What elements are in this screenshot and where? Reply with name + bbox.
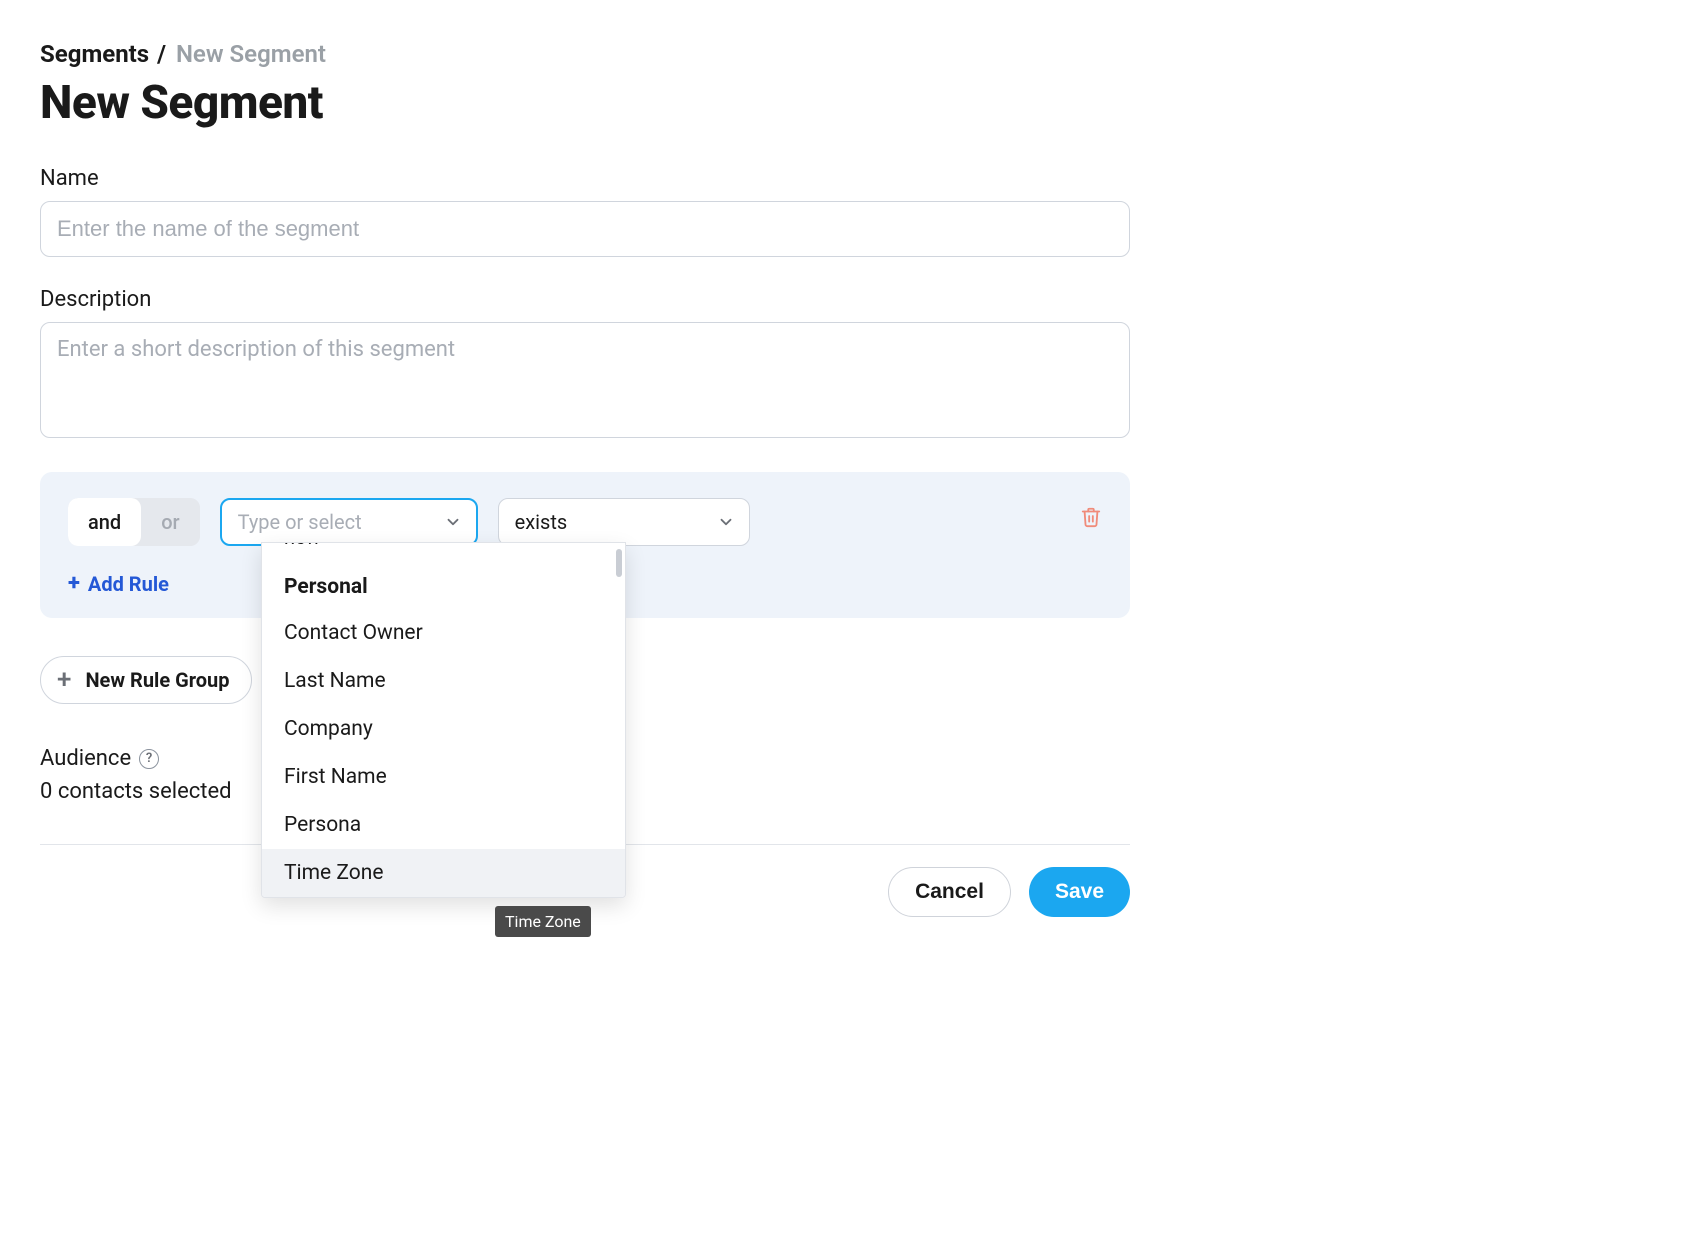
save-button[interactable]: Save: [1029, 867, 1130, 917]
plus-icon: +: [68, 573, 80, 595]
chevron-down-icon: [717, 513, 735, 531]
and-or-toggle: and or: [68, 498, 200, 546]
name-field-block: Name: [40, 166, 1656, 257]
dropdown-option-company[interactable]: Company: [262, 705, 625, 753]
description-field-block: Description: [40, 287, 1656, 442]
breadcrumb-current: New Segment: [176, 40, 326, 68]
new-rule-group-button[interactable]: + New Rule Group: [40, 656, 252, 704]
dropdown-option-last-name[interactable]: Last Name: [262, 657, 625, 705]
type-select-dropdown[interactable]: new Personal Contact Owner Last Name Com…: [261, 542, 626, 898]
type-select-wrap: Type or select: [220, 498, 478, 546]
audience-label: Audience: [40, 746, 131, 771]
plus-icon: +: [57, 667, 71, 693]
add-rule-button[interactable]: + Add Rule: [68, 572, 169, 596]
chevron-down-icon: [444, 513, 462, 531]
condition-select-wrap: exists: [498, 498, 750, 546]
description-input[interactable]: [40, 322, 1130, 438]
description-label: Description: [40, 287, 1656, 312]
dropdown-option-time-zone[interactable]: Time Zone: [262, 849, 625, 897]
dropdown-option-first-name[interactable]: First Name: [262, 753, 625, 801]
audience-label-row: Audience ?: [40, 746, 159, 771]
new-rule-group-label: New Rule Group: [85, 668, 229, 692]
help-icon[interactable]: ?: [139, 749, 159, 769]
rule-type-placeholder: Type or select: [238, 510, 362, 534]
page-title: New Segment: [40, 76, 1656, 130]
name-input[interactable]: [40, 201, 1130, 257]
breadcrumb-root[interactable]: Segments: [40, 40, 149, 68]
logic-and-button[interactable]: and: [68, 498, 141, 546]
dropdown-option-partial[interactable]: new: [262, 543, 625, 555]
add-rule-label: Add Rule: [88, 572, 169, 596]
cancel-button[interactable]: Cancel: [888, 867, 1011, 917]
rule-condition-value: exists: [515, 510, 568, 534]
rule-type-select[interactable]: Type or select: [220, 498, 478, 546]
dropdown-group-label: Personal: [262, 555, 625, 609]
rule-condition-select[interactable]: exists: [498, 498, 750, 546]
logic-or-button[interactable]: or: [141, 498, 199, 546]
tooltip: Time Zone: [495, 906, 591, 937]
delete-rule-button[interactable]: [1080, 506, 1102, 532]
breadcrumb: Segments / New Segment: [40, 40, 1656, 68]
dropdown-option-persona[interactable]: Persona: [262, 801, 625, 849]
rule-row: and or Type or select exists: [68, 498, 1102, 546]
breadcrumb-separator: /: [157, 40, 166, 68]
dropdown-option-contact-owner[interactable]: Contact Owner: [262, 609, 625, 657]
name-label: Name: [40, 166, 1656, 191]
trash-icon: [1080, 513, 1102, 532]
